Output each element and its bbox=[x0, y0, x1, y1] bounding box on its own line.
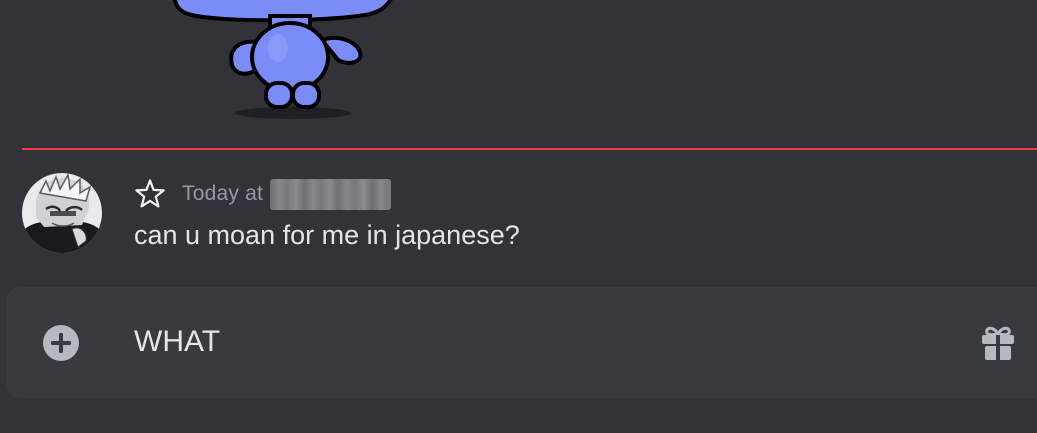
star-outline-icon bbox=[135, 179, 165, 208]
chat-message: Today at can u moan for me in japanese? bbox=[0, 170, 1037, 265]
message-timestamp: Today at bbox=[182, 182, 263, 205]
message-input[interactable]: WHAT bbox=[134, 325, 220, 359]
gift-icon[interactable] bbox=[978, 323, 1018, 363]
message-composer[interactable]: WHAT bbox=[6, 287, 1037, 398]
plus-circle-icon[interactable] bbox=[42, 324, 80, 362]
message-content: can u moan for me in japanese? bbox=[134, 220, 520, 250]
redacted-time bbox=[270, 178, 391, 210]
user-avatar-icon[interactable] bbox=[22, 173, 102, 253]
new-messages-divider bbox=[22, 148, 1037, 150]
message-header: Today at bbox=[134, 176, 391, 212]
wumpus-mascot-icon bbox=[160, 0, 420, 125]
